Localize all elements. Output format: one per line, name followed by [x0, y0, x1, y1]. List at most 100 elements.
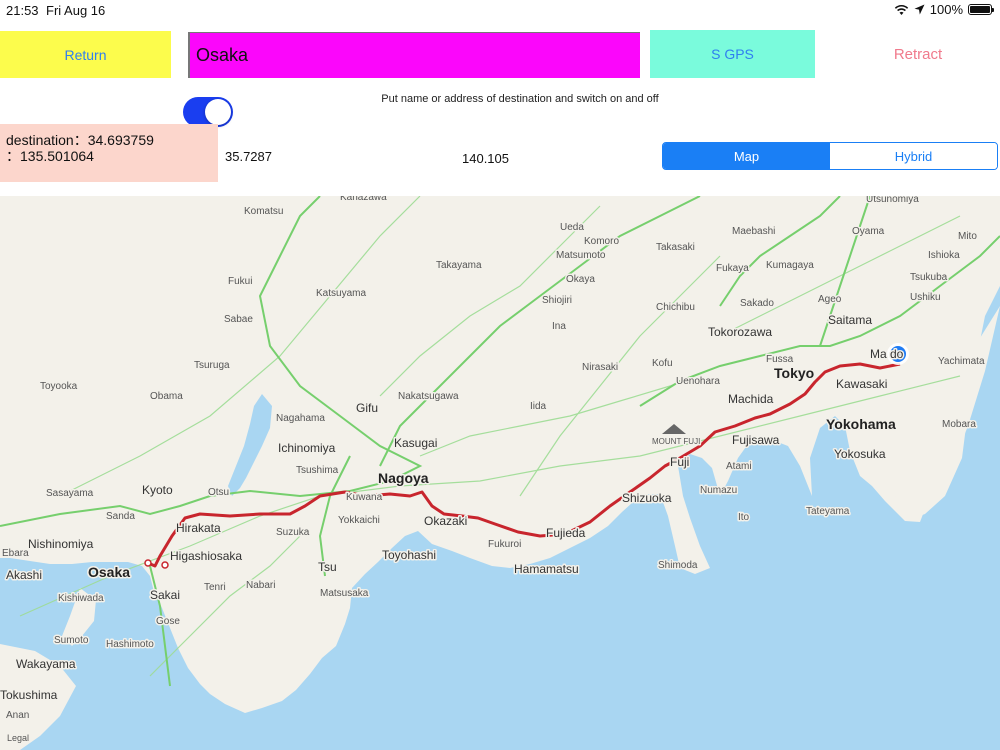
map-label-fuji: Fuji	[670, 455, 689, 469]
map-label-komatsu: Komatsu	[244, 206, 283, 217]
instructions-text: Put name or address of destination and s…	[381, 93, 659, 105]
map-label-takayama: Takayama	[436, 260, 482, 271]
map-label-kofu: Kofu	[652, 358, 673, 369]
map-label-yachimata: Yachimata	[938, 356, 985, 367]
map-label-sabae: Sabae	[224, 314, 253, 325]
map-label-takasaki: Takasaki	[656, 242, 695, 253]
legal-link[interactable]: Legal	[6, 732, 31, 745]
map-label-sanda: Sanda	[106, 511, 135, 522]
map-label-kasugai: Kasugai	[394, 436, 437, 450]
map-label-fujisawa: Fujisawa	[732, 433, 780, 447]
map-label-tsuruga: Tsuruga	[194, 360, 230, 371]
map-label-maebashi: Maebashi	[732, 226, 775, 237]
destination-coordinates: destination：34.693759 ：135.501064	[0, 124, 218, 182]
battery-percent: 100%	[929, 2, 963, 17]
map-label-utsunomiya: Utsunomiya	[866, 196, 919, 205]
map-label-tokyo: Tokyo	[774, 365, 814, 381]
current-longitude: 140.105	[462, 151, 509, 166]
return-button[interactable]: Return	[0, 31, 171, 78]
map-label-ushiku: Ushiku	[910, 292, 941, 303]
map-label-nirasaki: Nirasaki	[582, 362, 618, 373]
map-label-fujieda: Fujieda	[546, 526, 586, 540]
map-label-kishiwada: Kishiwada	[58, 593, 104, 604]
map-label-numazu: Numazu	[700, 485, 737, 496]
map-label-shizuoka: Shizuoka	[622, 491, 672, 505]
map-label-fukui: Fukui	[228, 276, 252, 287]
map-label-saitama: Saitama	[828, 313, 872, 327]
map-label-okazaki: Okazaki	[424, 514, 467, 528]
mount-fuji-label: MOUNT FUJI	[652, 437, 700, 446]
map-label-gose: Gose	[156, 616, 180, 627]
map-label-mobara: Mobara	[942, 419, 976, 430]
map-label-komoro: Komoro	[584, 236, 619, 247]
destination-latitude: destination：34.693759	[6, 132, 154, 148]
map-label-higashiosaka: Higashiosaka	[170, 549, 242, 563]
destination-input[interactable]	[188, 32, 640, 78]
map-label-sumoto: Sumoto	[54, 635, 89, 646]
retract-button[interactable]: Retract	[836, 30, 1000, 78]
map-label-suzuka: Suzuka	[276, 527, 310, 538]
map-label-gifu: Gifu	[356, 401, 378, 415]
map-label-matsusaka: Matsusaka	[320, 588, 369, 599]
map-label-hashimoto: Hashimoto	[106, 639, 154, 650]
map-label-tsushima: Tsushima	[296, 465, 339, 476]
map-label-tenri: Tenri	[204, 582, 226, 593]
map-type-hybrid[interactable]: Hybrid	[830, 143, 997, 169]
map-label-chichibu: Chichibu	[656, 302, 695, 313]
map-label-obama: Obama	[150, 391, 183, 402]
map-label-osaka: Osaka	[88, 564, 130, 580]
map-view[interactable]: MOUNT FUJI Kanazawa Komatsu Fukui Sabae Tsur…	[0, 196, 1000, 750]
map-label-akashi: Akashi	[6, 568, 42, 582]
map-label-yokkaichi: Yokkaichi	[338, 515, 380, 526]
status-time: 21:53	[6, 3, 39, 18]
map-label-tateyama: Tateyama	[806, 506, 850, 517]
map-label-sakai: Sakai	[150, 588, 180, 602]
map-label-sakado: Sakado	[740, 298, 774, 309]
wifi-icon	[894, 4, 908, 15]
map-label-atami: Atami	[726, 461, 752, 472]
map-label-nakatsugawa: Nakatsugawa	[398, 391, 459, 402]
route-start-marker	[144, 559, 152, 567]
map-label-matsumoto: Matsumoto	[556, 250, 606, 261]
map-label-nabari: Nabari	[246, 580, 275, 591]
map-type-map[interactable]: Map	[663, 143, 830, 169]
gps-button[interactable]: S GPS	[650, 30, 815, 78]
map-label-yokosuka: Yokosuka	[834, 447, 886, 461]
map-label-toyooka: Toyooka	[40, 381, 78, 392]
map-label-fussa: Fussa	[766, 354, 794, 365]
map-label-sasayama: Sasayama	[46, 488, 94, 499]
map-label-shiojiri: Shiojiri	[542, 295, 572, 306]
map-label-nagoya: Nagoya	[378, 470, 429, 486]
map-label-matsudo: Ma do	[870, 347, 904, 361]
map-label-ebara: Ebara	[2, 548, 29, 559]
map-label-ichinomiya: Ichinomiya	[278, 441, 336, 455]
map-label-anan: Anan	[6, 710, 29, 721]
map-label-nagahama: Nagahama	[276, 413, 325, 424]
status-indicators: 100%	[894, 2, 994, 17]
current-latitude: 35.7287	[225, 149, 272, 164]
route-end-marker	[161, 561, 169, 569]
status-bar: 21:53 Fri Aug 16 100%	[0, 0, 1000, 22]
map-label-ueda: Ueda	[560, 222, 584, 233]
map-label-tsukuba: Tsukuba	[910, 272, 948, 283]
map-label-ageo: Ageo	[818, 294, 842, 305]
map-label-okaya: Okaya	[566, 274, 595, 285]
map-type-segmented-control[interactable]: Map Hybrid	[662, 142, 998, 170]
map-label-kyoto: Kyoto	[142, 483, 173, 497]
map-canvas[interactable]: MOUNT FUJI Kanazawa Komatsu Fukui Sabae Tsur…	[0, 196, 1000, 750]
map-label-machida: Machida	[728, 392, 774, 406]
map-label-kanazawa: Kanazawa	[340, 196, 387, 203]
map-label-yokohama: Yokohama	[826, 416, 896, 432]
map-label-wakayama: Wakayama	[16, 657, 76, 671]
destination-longitude: ：135.501064	[6, 148, 94, 164]
map-label-tokorozawa: Tokorozawa	[708, 325, 772, 339]
map-label-hamamatsu: Hamamatsu	[514, 562, 579, 576]
tracking-switch[interactable]	[183, 97, 233, 127]
map-label-katsuyama: Katsuyama	[316, 288, 366, 299]
switch-knob	[205, 99, 231, 125]
map-label-mito: Mito	[958, 231, 977, 242]
map-label-otsu: Otsu	[208, 487, 229, 498]
map-label-oyama: Oyama	[852, 226, 885, 237]
map-label-tokushima: Tokushima	[0, 688, 58, 702]
battery-icon	[968, 4, 994, 15]
